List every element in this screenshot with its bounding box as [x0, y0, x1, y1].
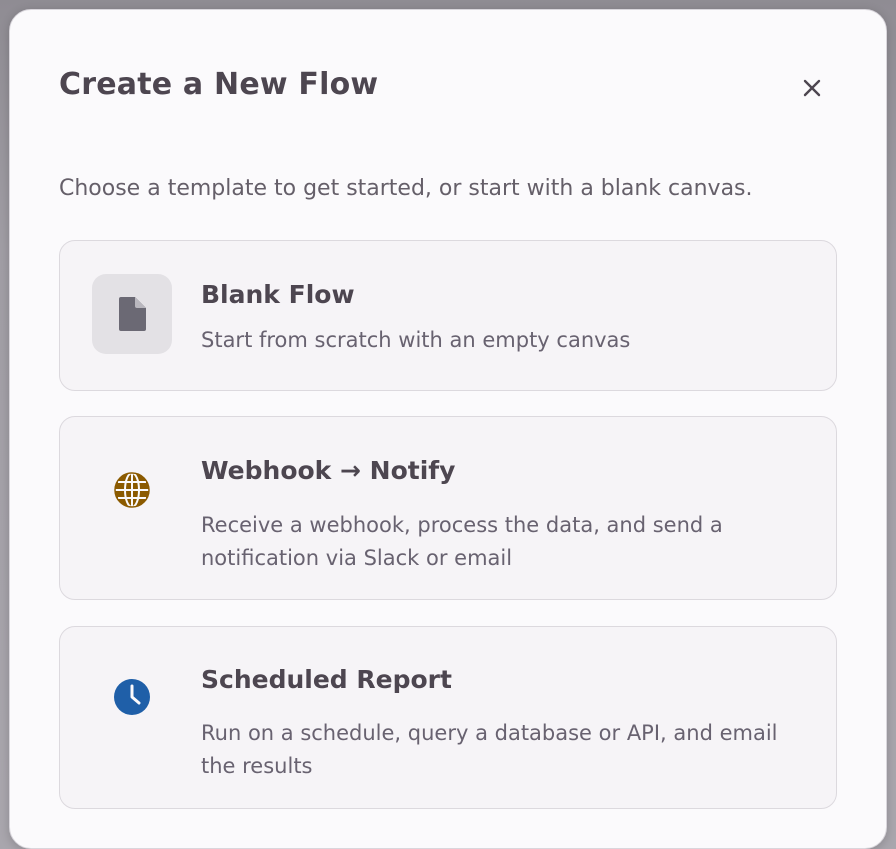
- template-title: Blank Flow: [201, 280, 355, 309]
- scheduled-report-icon-tile: [92, 657, 172, 737]
- webhook-icon-tile: [92, 450, 172, 530]
- template-card-blank-flow[interactable]: Blank Flow Start from scratch with an em…: [59, 240, 837, 391]
- blank-flow-icon-tile: [92, 274, 172, 354]
- dialog-title: Create a New Flow: [59, 67, 379, 102]
- create-flow-dialog: Create a New Flow Choose a template to g…: [9, 9, 887, 849]
- clock-icon: [114, 679, 150, 715]
- template-description: Run on a schedule, query a database or A…: [201, 721, 778, 778]
- globe-icon: [114, 472, 150, 508]
- dialog-subtitle: Choose a template to get started, or sta…: [59, 176, 753, 201]
- template-description: Start from scratch with an empty canvas: [201, 328, 631, 352]
- template-title: Webhook → Notify: [201, 456, 456, 485]
- template-card-scheduled-report[interactable]: Scheduled Report Run on a schedule, quer…: [59, 626, 837, 809]
- template-description: Receive a webhook, process the data, and…: [201, 513, 723, 570]
- close-icon: [803, 79, 821, 97]
- close-button[interactable]: [796, 72, 828, 104]
- document-icon: [119, 297, 146, 331]
- template-card-webhook-notify[interactable]: Webhook → Notify Receive a webhook, proc…: [59, 416, 837, 600]
- template-title: Scheduled Report: [201, 665, 452, 694]
